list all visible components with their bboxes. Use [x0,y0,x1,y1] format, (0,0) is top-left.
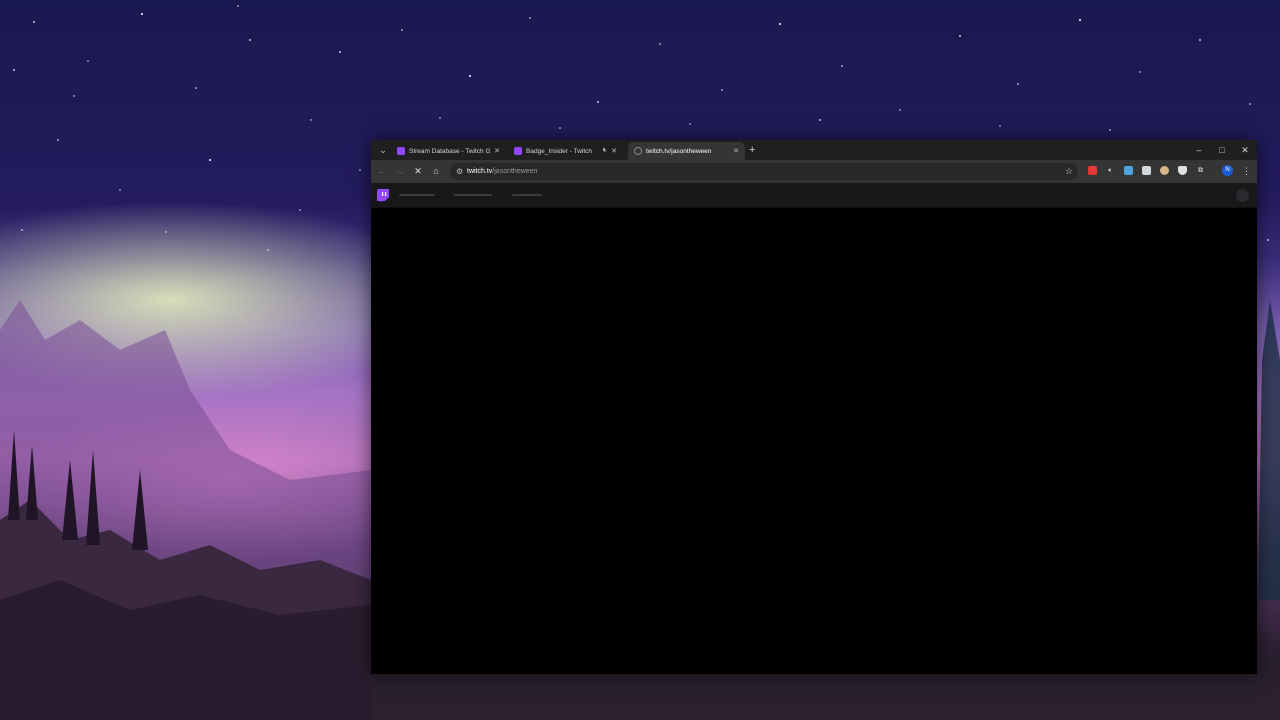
tab-close-icon[interactable]: ✕ [733,147,739,155]
tab-jasontheween[interactable]: twitch.tv/jasontheween ✕ [628,142,745,160]
back-button[interactable]: ← [375,164,389,178]
browser-menu-icon[interactable]: ⋮ [1242,164,1251,178]
tab-close-icon[interactable]: ✕ [611,147,617,155]
twitch-top-nav [371,183,1257,208]
tab-title: Badge_Insider - Twitch [526,147,592,155]
home-button[interactable]: ⌂ [429,164,443,178]
new-tab-button[interactable]: + [749,143,755,157]
tab-stream-database[interactable]: Stream Database - Twitch Glob ✕ [391,142,506,160]
site-info-icon[interactable]: ⚙ [456,165,463,178]
tab-badge-insider[interactable]: Badge_Insider - Twitch 🔇︎ ✕ [508,142,623,160]
browser-toolbar: ← → ✕ ⌂ ⚙ twitch.tv/jasontheween ☆ 🔈︎ ⧉ … [371,160,1257,183]
forward-button[interactable]: → [393,164,407,178]
user-avatar-placeholder [1236,189,1249,202]
tab-muted-speaker-icon[interactable]: 🔇︎ [603,147,607,155]
tab-title: Stream Database - Twitch Glob [409,147,491,155]
nav-link-placeholder [454,194,492,196]
bookmark-star-icon[interactable]: ☆ [1065,164,1073,179]
tab-title: twitch.tv/jasontheween [646,147,712,155]
url-text[interactable]: twitch.tv/jasontheween [467,163,537,180]
twitch-favicon-icon [397,147,405,155]
twitch-favicon-icon [514,147,522,155]
minimize-button[interactable]: – [1192,143,1206,157]
twitch-page [371,183,1257,674]
tab-close-icon[interactable]: ✕ [494,147,500,155]
calendar-extension-icon[interactable] [1124,166,1133,175]
nav-link-placeholder [399,194,435,196]
gallery-extension-icon[interactable] [1142,166,1151,175]
url-path: /jasontheween [492,168,538,175]
red-extension-icon[interactable] [1088,166,1097,175]
tab-strip: ⌄ Stream Database - Twitch Glob ✕ Badge_… [371,140,1257,160]
cookie-extension-icon[interactable] [1160,166,1169,175]
puzzle-extensions-icon[interactable]: ⧉ [1196,166,1205,175]
twitch-logo-icon[interactable] [377,189,389,202]
stop-loading-button[interactable]: ✕ [411,164,425,178]
speaker-mute-icon[interactable]: 🔈︎ [1106,166,1115,175]
loading-favicon-icon [634,147,642,155]
shield-extension-icon[interactable] [1178,166,1187,175]
maximize-button[interactable]: □ [1215,143,1229,157]
close-window-button[interactable]: ✕ [1238,143,1252,157]
tab-search-button[interactable]: ⌄ [375,142,391,158]
url-host: twitch.tv [467,168,493,175]
nav-link-placeholder [512,194,542,196]
address-bar[interactable]: ⚙ twitch.tv/jasontheween ☆ [450,163,1078,180]
profile-avatar[interactable]: N [1222,165,1233,176]
browser-window: ⌄ Stream Database - Twitch Glob ✕ Badge_… [371,140,1257,674]
